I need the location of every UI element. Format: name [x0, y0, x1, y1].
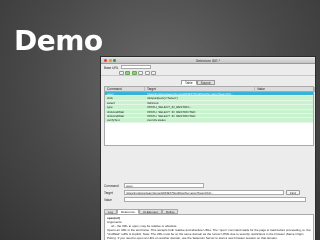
value-cell [255, 118, 313, 121]
value-input[interactable] [124, 197, 306, 202]
target-cell: XPATH_SELECT_ID_RESTRIC... [147, 105, 192, 109]
value-field-row: Value [104, 197, 306, 202]
command-label: Command [104, 183, 119, 188]
tab-source[interactable]: Source [196, 80, 215, 85]
target-cell: XPATH_SELECT_ID_RESTRICTED [147, 113, 196, 118]
command-cell: verifyText [107, 118, 120, 122]
command-cell: click [107, 96, 113, 100]
step-icon[interactable] [144, 71, 150, 75]
table-row[interactable]: verifyText css=div.status [105, 118, 313, 123]
find-button[interactable]: Find [286, 190, 300, 195]
target-input[interactable]: /sites/imgstore/teamhome/HRNET/WorkflowS… [124, 190, 284, 195]
rollup-icon[interactable] [151, 71, 157, 75]
value-label: Value [104, 197, 112, 202]
pause-icon[interactable] [138, 71, 144, 75]
tab-table[interactable]: Table [181, 80, 197, 85]
command-cell: clickAndWait [107, 109, 125, 113]
target-cell: /sites/imgstore/teamhome/HRNET/WorkflowS… [147, 92, 234, 96]
play-test-icon[interactable] [131, 71, 137, 75]
value-cell [255, 110, 313, 113]
selenium-ide-window: Selenium IDE * Base URL Table Source Com… [100, 56, 316, 240]
target-field-row: Target /sites/imgstore/teamhome/HRNET/Wo… [104, 190, 300, 195]
target-cell: XPATH_SELECT_ID_RESTRICTED [147, 109, 196, 113]
reference-body: Opens an URL in the test frame. This acc… [107, 228, 311, 240]
window-title: Selenium IDE * [195, 58, 221, 63]
command-cell: select [107, 100, 115, 105]
value-cell [255, 101, 313, 104]
value-cell [255, 114, 313, 117]
editor-tabs: Table Source [181, 80, 215, 85]
toolbar: Base URL [101, 64, 315, 76]
window-titlebar: Selenium IDE * [101, 57, 315, 64]
command-cell: clickAndWait [107, 113, 125, 118]
value-cell [255, 96, 313, 99]
playback-controls [118, 71, 157, 75]
command-input[interactable]: open [124, 183, 204, 188]
target-cell: //a/span[text()='Select'] [147, 96, 178, 100]
speed-slider[interactable] [118, 71, 124, 75]
base-url-input[interactable] [120, 65, 151, 69]
command-table: Command Target Value open /sites/imgstor… [104, 86, 315, 146]
command-field-row: Command open [104, 183, 204, 188]
command-cell: type [107, 105, 113, 109]
target-label: Target [104, 190, 113, 195]
value-cell [255, 105, 313, 108]
slide-title: Demo [14, 24, 103, 57]
value-cell [255, 92, 313, 95]
command-cell: open [107, 92, 114, 96]
target-cell: css=div.status [147, 118, 166, 122]
reference-pane: open(url) Arguments: url - the URL to op… [104, 214, 314, 240]
target-cell: //td/input [147, 100, 159, 105]
play-suite-icon[interactable] [125, 71, 131, 75]
base-url-label: Base URL [104, 66, 119, 70]
